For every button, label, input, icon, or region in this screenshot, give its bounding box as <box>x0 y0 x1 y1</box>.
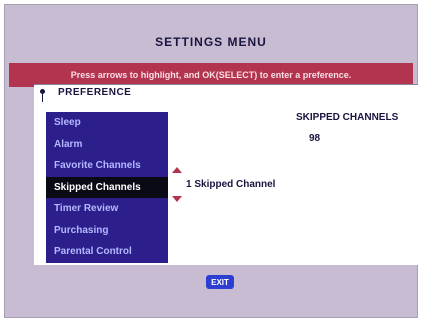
exit-button[interactable]: EXIT <box>206 275 234 289</box>
arrow-down-icon[interactable] <box>172 196 182 202</box>
menu-item-purchasing[interactable]: Purchasing <box>46 220 168 242</box>
skipped-channels-title: SKIPPED CHANNELS <box>296 112 399 123</box>
instruction-text: Press arrows to highlight, and OK(SELECT… <box>70 70 352 80</box>
menu-item-parental-control[interactable]: Parental Control <box>46 241 168 263</box>
arrow-up-icon[interactable] <box>172 167 182 173</box>
menu-item-timer-review[interactable]: Timer Review <box>46 198 168 220</box>
menu-item-sleep[interactable]: Sleep <box>46 112 168 134</box>
menu-item-skipped-channels[interactable]: Skipped Channels <box>46 176 168 198</box>
menu-item-favorite-channels[interactable]: Favorite Channels <box>46 155 168 177</box>
skipped-channel-number: 98 <box>309 133 321 144</box>
preference-label: PREFERENCE <box>58 87 132 98</box>
menu-item-alarm[interactable]: Alarm <box>46 134 168 156</box>
preference-connector <box>42 94 43 102</box>
selected-value: 1 Skipped Channel <box>186 179 276 190</box>
page-title: SETTINGS MENU <box>155 35 267 49</box>
preference-menu: Sleep Alarm Favorite Channels Skipped Ch… <box>46 112 168 263</box>
